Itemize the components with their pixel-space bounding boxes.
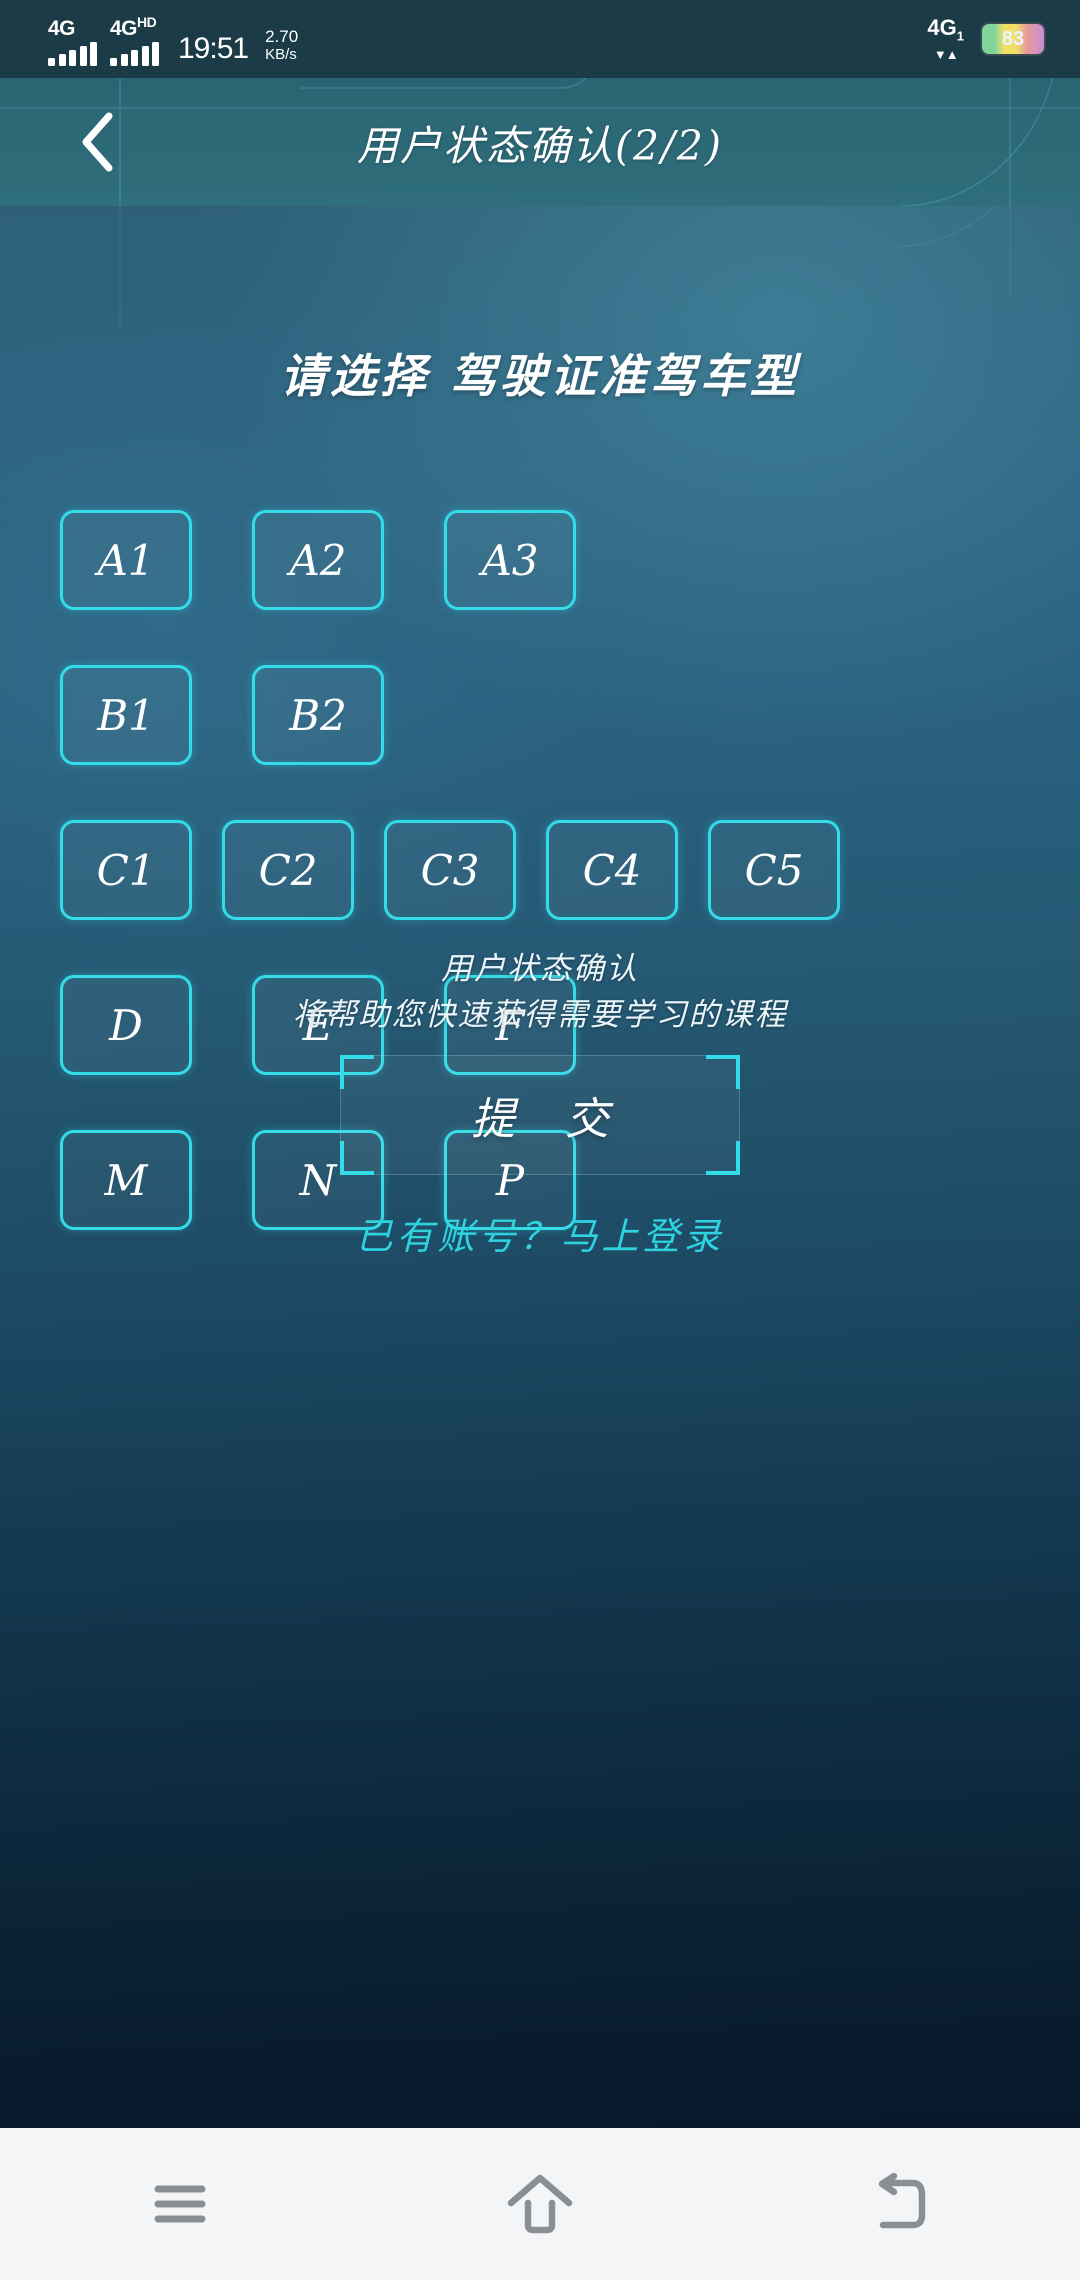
license-option-a2[interactable]: A2	[252, 510, 384, 610]
license-option-b1[interactable]: B1	[60, 665, 192, 765]
submit-button-label: 提 交	[471, 1094, 627, 1145]
prompt-text: 请选择 驾驶证准驾车型	[279, 349, 800, 403]
data-network-label: 4G	[927, 15, 957, 41]
android-nav-bar	[0, 2128, 1080, 2280]
back-arrow-icon	[878, 2173, 926, 2229]
nav-home-button[interactable]	[465, 2149, 615, 2259]
status-bar: 4G 4GHD 19:51 2.70 KB/s 4G1 ▼▲ 83	[0, 0, 1080, 78]
page-header: 用户状态确认(2/2)	[0, 78, 1080, 206]
corner-bracket-top-right-icon	[706, 1055, 740, 1089]
mobile-data-indicator: 4G1 ▼▲	[927, 15, 964, 62]
license-row-c: C1 C2 C3 C4 C5	[60, 820, 870, 920]
license-row-b: B1 B2	[60, 665, 444, 765]
corner-bracket-top-left-icon	[340, 1055, 374, 1089]
menu-icon	[154, 2185, 206, 2223]
license-option-a3[interactable]: A3	[444, 510, 576, 610]
signal-bars-sim2-icon	[110, 42, 159, 66]
license-option-a1[interactable]: A1	[60, 510, 192, 610]
battery-percent-label: 83	[1001, 27, 1025, 50]
page-body: 请选择 驾驶证准驾车型 A1 A2 A3 B1 B2 C1 C2 C3 C4 C…	[0, 206, 1080, 2128]
signal-2-label: 4G	[110, 17, 138, 40]
hint-line-2: 将帮助您快速获得需要学习的课程	[292, 997, 788, 1033]
page-title: 用户状态确认(2/2)	[357, 122, 723, 170]
license-option-b2[interactable]: B2	[252, 665, 384, 765]
data-network-sub: 1	[956, 28, 964, 44]
nav-back-button[interactable]	[825, 2149, 975, 2259]
signal-indicator-sim2: 4GHD	[110, 12, 159, 66]
signal-indicator-sim1: 4G	[48, 17, 97, 66]
license-option-c4[interactable]: C4	[546, 820, 678, 920]
license-option-c3[interactable]: C3	[384, 820, 516, 920]
signal-1-label: 4G	[48, 17, 76, 40]
login-link[interactable]: 已有账号？马上登录	[0, 1206, 1080, 1260]
battery-icon: 83	[980, 21, 1046, 56]
hint-text: 用户状态确认 将帮助您快速获得需要学习的课程	[0, 946, 1080, 1038]
app-root: 4G 4GHD 19:51 2.70 KB/s 4G1 ▼▲ 83 用户状态确认…	[0, 0, 1080, 2280]
license-option-c5[interactable]: C5	[708, 820, 840, 920]
hint-line-1: 用户状态确认	[441, 951, 639, 987]
submit-button[interactable]: 提 交	[340, 1055, 740, 1175]
license-option-c1[interactable]: C1	[60, 820, 192, 920]
license-row-a: A1 A2 A3	[60, 510, 636, 610]
home-icon	[507, 2174, 573, 2234]
signal-bars-sim1-icon	[48, 42, 97, 66]
data-transfer-arrows-icon: ▼▲	[933, 46, 959, 62]
signal-2-hd-label: HD	[137, 14, 157, 30]
network-speed: 2.70 KB/s	[265, 28, 298, 64]
status-bar-clock: 19:51	[178, 32, 249, 65]
network-speed-value: 2.70	[265, 27, 299, 46]
corner-bracket-bottom-right-icon	[706, 1141, 740, 1175]
status-bar-left: 4G 4GHD 19:51 2.70 KB/s	[48, 12, 298, 66]
license-option-c2[interactable]: C2	[222, 820, 354, 920]
nav-recents-button[interactable]	[105, 2149, 255, 2259]
corner-bracket-bottom-left-icon	[340, 1141, 374, 1175]
network-speed-unit: KB/s	[265, 46, 297, 63]
status-bar-right: 4G1 ▼▲ 83	[927, 15, 1046, 62]
